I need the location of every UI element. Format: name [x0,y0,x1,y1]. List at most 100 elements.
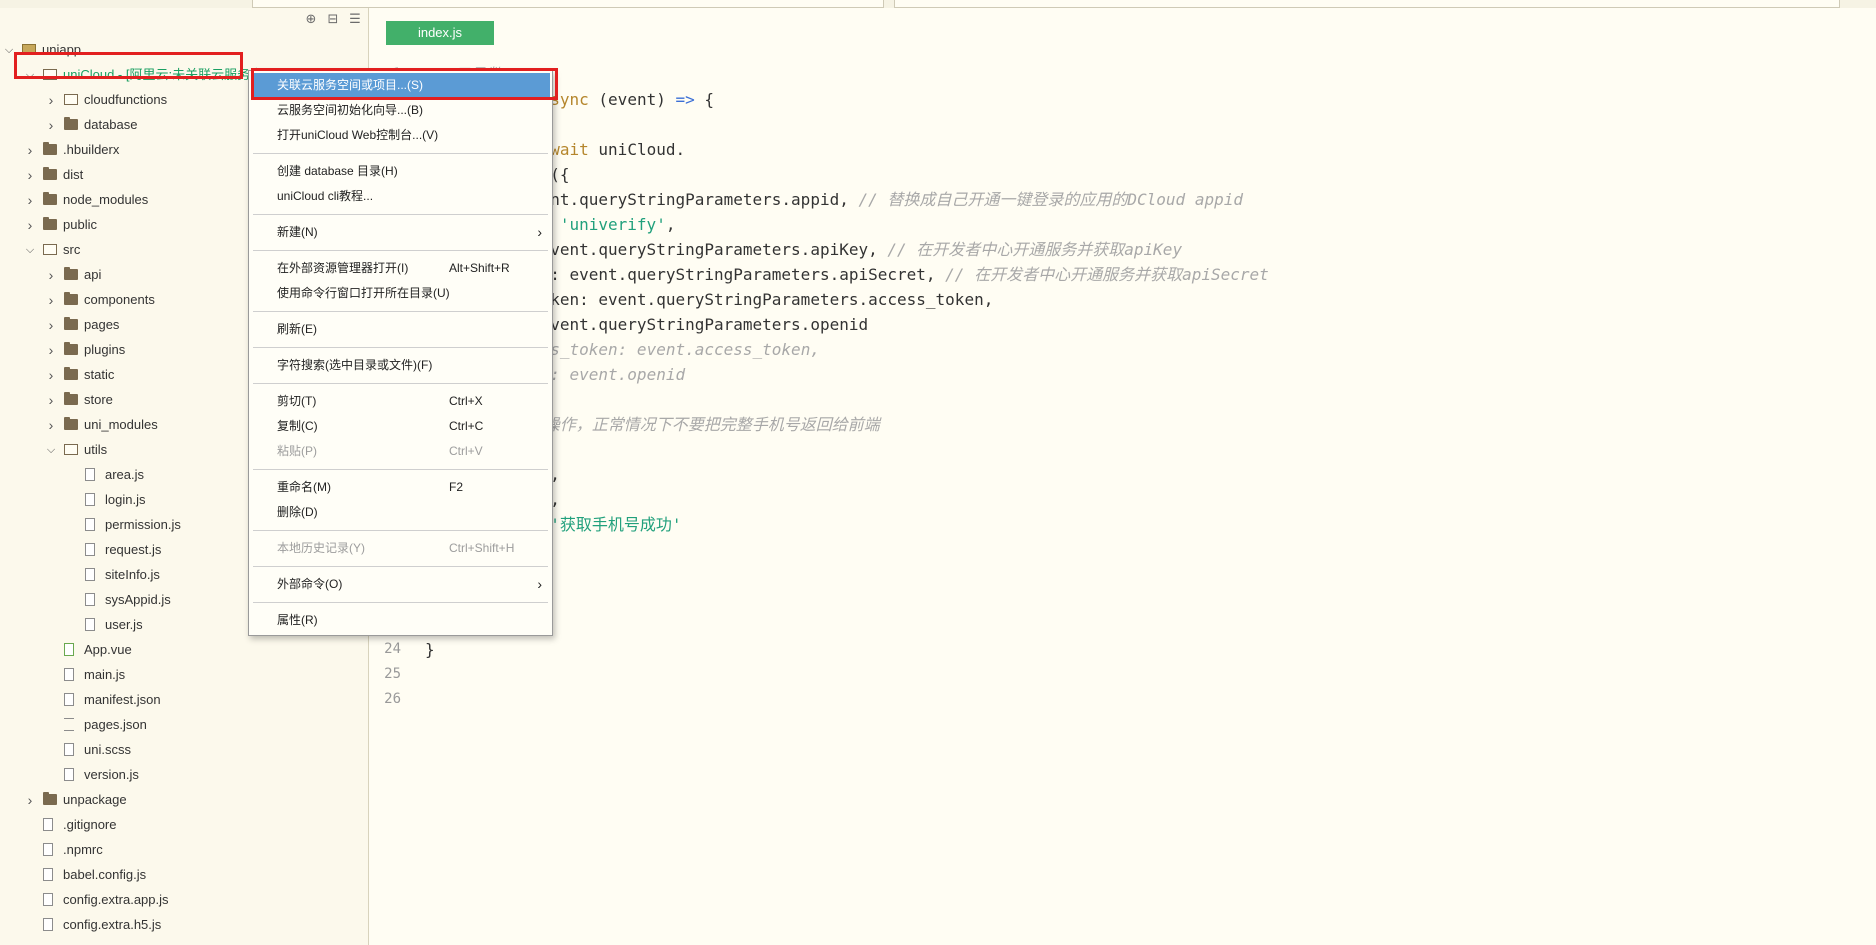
chevron-right-icon[interactable]: › [25,188,35,212]
menu-item-shortcut: Ctrl+V [449,444,483,458]
tree-item-label: store [84,392,113,407]
folder-icon [64,267,78,280]
menu-item[interactable]: 字符搜索(选中目录或文件)(F) [249,353,552,378]
file-icon [64,743,74,756]
menu-item[interactable]: 删除(D) [249,500,552,525]
chevron-right-icon[interactable]: › [46,413,56,437]
tree-item[interactable]: babel.config.js [0,863,368,887]
tree-item-label: login.js [105,492,146,507]
chevron-right-icon[interactable]: › [46,288,56,312]
menu-item[interactable]: 使用命令行窗口打开所在目录(U) [249,281,552,306]
tree-item[interactable]: .gitignore [0,813,368,837]
submenu-arrow-icon: › [537,224,542,240]
file-icon [85,568,95,581]
code-line: res, [369,487,1869,512]
menu-item[interactable]: 复制(C) Ctrl+C [249,414,552,439]
menu-separator [253,530,548,531]
menu-separator [253,250,548,251]
file-icon [85,543,95,556]
menu-item[interactable]: 在外部资源管理器打开(I) Alt+Shift+R [249,256,552,281]
tree-item-label: .npmrc [63,842,103,857]
line-number: 24 [384,641,401,657]
folder-icon [43,792,57,805]
file-icon [43,918,53,931]
menu-item[interactable]: 重命名(M) F2 [249,475,552,500]
menu-item-label: uniCloud cli教程... [277,189,374,203]
menu-item[interactable]: 云服务空间初始化向导...(B) [249,98,552,123]
tree-item-label: permission.js [105,517,181,532]
tree-item[interactable]: pages.json [0,713,368,737]
chevron-right-icon[interactable]: › [46,263,56,287]
code-line: umber({ [369,162,1869,187]
file-icon [64,643,74,656]
chevron-right-icon[interactable]: › [25,163,35,187]
chevron-right-icon[interactable]: › [25,213,35,237]
code-line: cret: event.queryStringParameters.apiSec… [369,262,1869,287]
chevron-down-icon[interactable]: ⌵ [25,238,35,262]
chevron-right-icon[interactable]: › [46,388,56,412]
chevron-down-icon[interactable]: ⌵ [46,438,56,462]
toolbar-search-field[interactable] [894,0,1840,8]
tree-item[interactable]: › unpackage [0,788,368,812]
code-line: 0, [369,462,1869,487]
menu-item-label: 在外部资源管理器打开(I) [277,261,409,275]
menu-item-label: 字符搜索(选中目录或文件)(F) [277,358,433,372]
tree-item[interactable]: manifest.json [0,688,368,712]
tab-index-js[interactable]: index.js [386,21,494,45]
menu-item-shortcut: Ctrl+C [449,419,484,433]
tree-item[interactable]: App.vue [0,638,368,662]
tree-item-label: database [84,117,138,132]
tree-item[interactable]: version.js [0,763,368,787]
menu-item-label: 新建(N) [277,225,318,239]
tree-item-label: api [84,267,102,282]
menu-icon[interactable]: ☰ [348,12,362,26]
file-icon [64,668,74,681]
chevron-right-icon[interactable]: › [25,788,35,812]
tree-item-label: node_modules [63,192,149,207]
chevron-right-icon[interactable]: › [46,338,56,362]
menu-item[interactable]: 创建 database 目录(H) [249,159,552,184]
folder-icon [64,94,78,105]
tree-item[interactable]: uni.scss [0,738,368,762]
code-line: y: event.queryStringParameters.apiKey, /… [369,237,1869,262]
menu-item[interactable]: 打开uniCloud Web控制台...(V) [249,123,552,148]
chevron-right-icon[interactable]: › [46,88,56,112]
file-icon [85,518,95,531]
chevron-right-icon[interactable]: › [46,313,56,337]
code-editor[interactable]: index.js 1// 云函数 = async (event) => { = … [369,8,1876,945]
code-line: der: 'univerify', [369,212,1869,237]
unicloud-highlight-box [14,52,243,79]
chevron-right-icon[interactable]: › [46,363,56,387]
folder-icon [64,417,78,430]
menu-item[interactable]: 刷新(E) [249,317,552,342]
tree-item[interactable]: config.extra.app.js [0,888,368,912]
folder-icon [64,342,78,355]
menu-item[interactable]: uniCloud cli教程... [249,184,552,209]
menu-item-label: 剪切(T) [277,394,317,408]
chevron-down-icon[interactable]: ⌵ [4,38,14,62]
menu-item-shortcut: Ctrl+X [449,394,483,408]
code-line: 26 [369,687,1869,712]
tree-item-label: babel.config.js [63,867,147,882]
tree-item-label: sysAppid.js [105,592,171,607]
tree-item-label: main.js [84,667,126,682]
locate-icon[interactable]: ⊕ [304,12,318,26]
tree-item[interactable]: main.js [0,663,368,687]
menu-item[interactable]: 属性(R) [249,608,552,633]
menu-item-label: 属性(R) [277,613,318,627]
tree-item[interactable]: .npmrc [0,838,368,862]
menu-item[interactable]: 剪切(T) Ctrl+X [249,389,552,414]
chevron-right-icon[interactable]: › [46,113,56,137]
tree-item[interactable]: config.extra.h5.js [0,913,368,937]
folder-icon [64,392,78,405]
collapse-icon[interactable]: ⊟ [326,12,340,26]
toolbar-field[interactable] [252,0,884,8]
folder-icon [43,217,57,230]
chevron-right-icon[interactable]: › [25,138,35,162]
menu-item[interactable]: 外部命令(O) › [249,572,552,597]
file-icon [85,468,95,481]
menu-item[interactable]: 新建(N) › [249,220,552,245]
